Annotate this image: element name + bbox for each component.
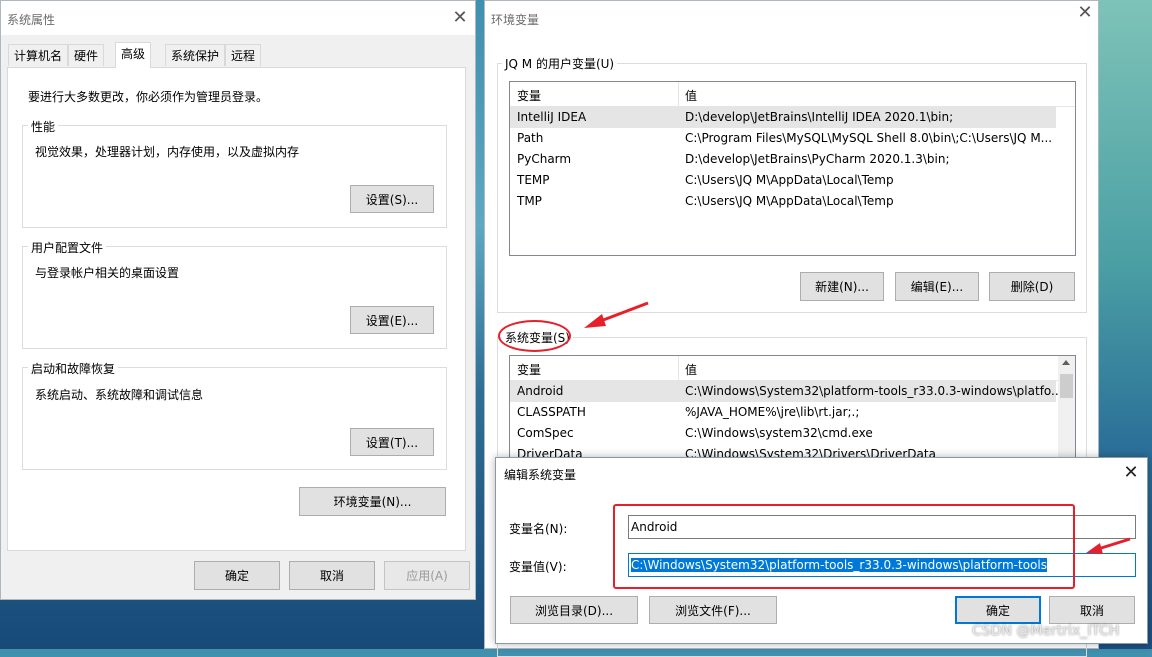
variable-value: D:\develop\JetBrains\IntelliJ IDEA 2020.… — [685, 110, 954, 124]
variable-value: C:\Users\JQ M\AppData\Local\Temp — [685, 194, 894, 208]
scroll-up-icon[interactable] — [1062, 360, 1070, 365]
table-row[interactable]: PyCharm D:\develop\JetBrains\PyCharm 202… — [510, 149, 1056, 170]
variable-value-label: 变量值(V): — [509, 560, 567, 574]
tab-system-protection[interactable]: 系统保护 — [165, 44, 226, 66]
table-row[interactable]: TEMP C:\Users\JQ M\AppData\Local\Temp — [510, 170, 1056, 191]
tab-computer-name[interactable]: 计算机名 — [8, 44, 69, 66]
column-header-variable[interactable]: 变量 — [517, 361, 541, 378]
table-row[interactable]: Path C:\Program Files\MySQL\MySQL Shell … — [510, 128, 1056, 149]
table-row[interactable]: TMP C:\Users\JQ M\AppData\Local\Temp — [510, 191, 1056, 212]
window-title: 环境变量 — [491, 13, 540, 27]
user-profiles-description: 与登录帐户相关的桌面设置 — [35, 266, 180, 280]
admin-notice: 要进行大多数更改，你必须作为管理员登录。 — [28, 90, 269, 104]
dialog-ok-button[interactable]: 确定 — [955, 596, 1041, 624]
variable-name: PyCharm — [517, 152, 572, 166]
ok-button[interactable]: 确定 — [194, 561, 280, 590]
variable-name: TEMP — [517, 173, 550, 187]
variable-value: C:\Windows\System32\platform-tools_r33.0… — [685, 384, 1063, 398]
variable-name: Path — [517, 131, 544, 145]
performance-label: 性能 — [28, 118, 59, 135]
window-title: 系统属性 — [7, 13, 56, 27]
user-profiles-label: 用户配置文件 — [28, 239, 107, 256]
list-header: 变量 值 — [510, 356, 1075, 381]
variable-name-label: 变量名(N): — [509, 522, 568, 536]
column-divider — [678, 356, 679, 380]
column-header-value[interactable]: 值 — [685, 361, 697, 378]
startup-recovery-label: 启动和故障恢复 — [28, 360, 119, 377]
variable-name: Android — [517, 384, 564, 398]
variable-name: ComSpec — [517, 426, 574, 440]
apply-button[interactable]: 应用(A) — [384, 561, 470, 590]
variable-value: C:\Program Files\MySQL\MySQL Shell 8.0\b… — [685, 131, 1053, 145]
table-row[interactable]: CLASSPATH %JAVA_HOME%\jre\lib\rt.jar;.; — [510, 402, 1056, 423]
title-bar: 系统属性 ✕ — [1, 1, 475, 35]
annotation-ellipse — [498, 320, 571, 352]
tab-advanced[interactable]: 高级 — [115, 42, 152, 68]
dialog-cancel-button[interactable]: 取消 — [1049, 596, 1135, 624]
performance-description: 视觉效果，处理器计划，内存使用，以及虚拟内存 — [35, 145, 300, 159]
watermark: CSDN @Mertrix_ITCH — [972, 623, 1120, 639]
system-properties-window: 系统属性 ✕ 计算机名 硬件 高级 系统保护 远程 要进行大多数更改，你必须作为… — [0, 0, 476, 600]
annotation-arrow-icon — [584, 301, 649, 328]
column-header-variable[interactable]: 变量 — [517, 87, 541, 104]
performance-settings-button[interactable]: 设置(S)... — [350, 185, 434, 213]
variable-value: %JAVA_HOME%\jre\lib\rt.jar;.; — [685, 405, 860, 419]
tab-panel: 要进行大多数更改，你必须作为管理员登录。 性能 视觉效果，处理器计划，内存使用，… — [7, 67, 466, 551]
table-row[interactable]: Android C:\Windows\System32\platform-too… — [510, 381, 1063, 402]
startup-settings-button[interactable]: 设置(T)... — [350, 428, 434, 456]
environment-variables-button[interactable]: 环境变量(N)... — [299, 487, 446, 516]
column-divider — [678, 82, 679, 106]
variable-name: IntelliJ IDEA — [517, 110, 587, 124]
list-header: 变量 值 — [510, 82, 1075, 107]
scrollbar-thumb[interactable] — [1060, 374, 1073, 398]
title-bar: 环境变量 ✕ — [485, 1, 1098, 35]
close-icon[interactable]: ✕ — [1074, 2, 1096, 24]
user-edit-button[interactable]: 编辑(E)... — [895, 272, 979, 301]
browse-file-button[interactable]: 浏览文件(F)... — [649, 596, 777, 624]
title-bar: 编辑系统变量 ✕ — [496, 458, 1147, 488]
table-row[interactable]: ComSpec C:\Windows\system32\cmd.exe — [510, 423, 1056, 444]
variable-value: C:\Windows\system32\cmd.exe — [685, 426, 873, 440]
column-header-value[interactable]: 值 — [685, 87, 697, 104]
user-new-button[interactable]: 新建(N)... — [800, 272, 884, 301]
startup-recovery-description: 系统启动、系统故障和调试信息 — [35, 388, 204, 402]
user-variables-list[interactable]: 变量 值 IntelliJ IDEA D:\develop\JetBrains\… — [509, 81, 1076, 256]
tab-hardware[interactable]: 硬件 — [68, 44, 105, 66]
annotation-arrow-icon — [1086, 537, 1131, 554]
variable-name: CLASSPATH — [517, 405, 586, 419]
cancel-button[interactable]: 取消 — [289, 561, 375, 590]
variable-name: TMP — [517, 194, 542, 208]
browse-directory-button[interactable]: 浏览目录(D)... — [510, 596, 638, 624]
table-row[interactable]: IntelliJ IDEA D:\develop\JetBrains\Intel… — [510, 107, 1056, 128]
user-profiles-settings-button[interactable]: 设置(E)... — [350, 306, 434, 334]
close-icon[interactable]: ✕ — [449, 7, 471, 29]
close-icon[interactable]: ✕ — [1120, 462, 1142, 484]
dialog-title: 编辑系统变量 — [504, 468, 577, 482]
user-delete-button[interactable]: 删除(D) — [989, 272, 1075, 301]
tab-remote[interactable]: 远程 — [225, 44, 262, 66]
user-variables-label: JQ M 的用户变量(U) — [502, 55, 618, 72]
variable-value: C:\Users\JQ M\AppData\Local\Temp — [685, 173, 894, 187]
variable-value: D:\develop\JetBrains\PyCharm 2020.1.3\bi… — [685, 152, 950, 166]
annotation-highlight-box — [613, 504, 1075, 589]
